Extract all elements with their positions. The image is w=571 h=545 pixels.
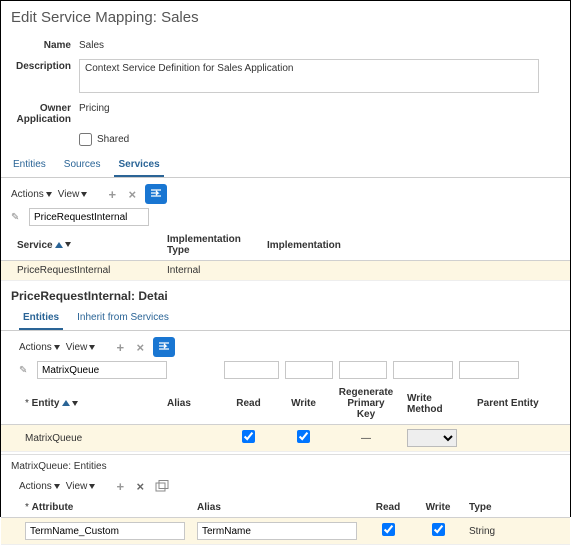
col-wmethod[interactable]: Write Method bbox=[401, 383, 471, 425]
read-checkbox[interactable] bbox=[242, 430, 255, 443]
pencil-icon: ✎ bbox=[11, 212, 21, 222]
attr-section-title: MatrixQueue: Entities bbox=[1, 454, 570, 476]
cell-type: String bbox=[463, 518, 570, 545]
actions-menu-3[interactable]: Actions bbox=[19, 481, 60, 492]
page-title: Edit Service Mapping: Sales bbox=[1, 1, 570, 36]
col-impl[interactable]: Implementation bbox=[261, 230, 570, 261]
attributes-table: Attribute Alias Read Write Type String bbox=[1, 498, 570, 545]
name-label: Name bbox=[11, 38, 79, 51]
caret-down-icon bbox=[54, 345, 60, 350]
caret-down-icon bbox=[72, 401, 78, 406]
owner-label: Owner Application bbox=[11, 101, 79, 125]
caret-down-icon bbox=[81, 192, 87, 197]
col-regen[interactable]: Regenerate Primary Key bbox=[331, 383, 401, 425]
caret-down-icon bbox=[89, 345, 95, 350]
attr-read-checkbox[interactable] bbox=[382, 523, 395, 536]
col-read[interactable]: Read bbox=[363, 498, 413, 518]
sort-asc-icon bbox=[62, 400, 70, 406]
tab-detail-inherit[interactable]: Inherit from Services bbox=[73, 307, 173, 330]
shared-checkbox[interactable] bbox=[79, 133, 92, 146]
add-icon[interactable]: + bbox=[113, 479, 127, 493]
delete-icon[interactable]: × bbox=[133, 340, 147, 354]
col-type[interactable]: Type bbox=[463, 498, 570, 518]
detail-title: PriceRequestInternal: Detai bbox=[1, 281, 570, 307]
cell-impl-type: Internal bbox=[161, 261, 261, 281]
shared-label: Shared bbox=[97, 134, 129, 145]
caret-down-icon bbox=[46, 192, 52, 197]
main-tab-strip: Entities Sources Services bbox=[1, 154, 570, 178]
filter-write[interactable] bbox=[339, 361, 387, 379]
view-menu[interactable]: View bbox=[58, 189, 88, 200]
col-alias[interactable]: Alias bbox=[161, 383, 221, 425]
tab-services[interactable]: Services bbox=[114, 154, 163, 177]
owner-value: Pricing bbox=[79, 101, 110, 114]
tab-entities[interactable]: Entities bbox=[9, 154, 50, 177]
detach-icon[interactable] bbox=[153, 478, 171, 494]
attr-name-input[interactable] bbox=[25, 522, 185, 540]
col-service[interactable]: Service bbox=[17, 240, 53, 251]
table-row[interactable]: MatrixQueue — bbox=[1, 425, 570, 452]
add-icon[interactable]: + bbox=[105, 187, 119, 201]
view-menu-2[interactable]: View bbox=[66, 342, 96, 353]
cell-regen: — bbox=[331, 425, 401, 452]
detail-tab-strip: Entities Inherit from Services bbox=[1, 307, 570, 331]
filter-read[interactable] bbox=[285, 361, 333, 379]
service-filter-input[interactable] bbox=[29, 208, 149, 226]
entities-table: Entity Alias Read Write Regenerate Prima… bbox=[1, 383, 570, 452]
delete-icon[interactable]: × bbox=[133, 479, 147, 493]
table-row[interactable]: String bbox=[1, 518, 570, 545]
desc-label: Description bbox=[11, 59, 79, 72]
add-icon[interactable]: + bbox=[113, 340, 127, 354]
filter-wmethod[interactable] bbox=[459, 361, 519, 379]
entity-filter-input[interactable] bbox=[37, 361, 167, 379]
sort-asc-icon bbox=[55, 242, 63, 248]
actions-menu-2[interactable]: Actions bbox=[19, 342, 60, 353]
write-method-select[interactable] bbox=[407, 429, 457, 447]
caret-down-icon bbox=[89, 484, 95, 489]
col-alias[interactable]: Alias bbox=[191, 498, 363, 518]
col-write[interactable]: Write bbox=[413, 498, 463, 518]
delete-icon[interactable]: × bbox=[125, 187, 139, 201]
wrap-icon[interactable] bbox=[153, 337, 175, 357]
wrap-icon[interactable] bbox=[145, 184, 167, 204]
tab-detail-entities[interactable]: Entities bbox=[19, 307, 63, 330]
name-value: Sales bbox=[79, 38, 104, 51]
col-attribute[interactable]: Attribute bbox=[25, 502, 73, 513]
filter-alias[interactable] bbox=[224, 361, 279, 379]
attr-alias-input[interactable] bbox=[197, 522, 357, 540]
attr-write-checkbox[interactable] bbox=[432, 523, 445, 536]
caret-down-icon bbox=[54, 484, 60, 489]
col-entity[interactable]: Entity bbox=[25, 398, 59, 409]
tab-sources[interactable]: Sources bbox=[60, 154, 105, 177]
col-impl-type[interactable]: Implementation Type bbox=[161, 230, 261, 261]
cell-entity: MatrixQueue bbox=[1, 425, 161, 452]
services-table: Service Implementation Type Implementati… bbox=[1, 230, 570, 281]
col-parent[interactable]: Parent Entity bbox=[471, 383, 570, 425]
filter-regen[interactable] bbox=[393, 361, 453, 379]
write-checkbox[interactable] bbox=[297, 430, 310, 443]
cell-service: PriceRequestInternal bbox=[1, 261, 161, 281]
actions-menu[interactable]: Actions bbox=[11, 189, 52, 200]
pencil-icon: ✎ bbox=[19, 365, 29, 375]
caret-down-icon bbox=[65, 242, 71, 247]
table-row[interactable]: PriceRequestInternal Internal bbox=[1, 261, 570, 281]
col-write[interactable]: Write bbox=[276, 383, 331, 425]
description-textarea[interactable]: Context Service Definition for Sales App… bbox=[79, 59, 539, 93]
view-menu-3[interactable]: View bbox=[66, 481, 96, 492]
col-read[interactable]: Read bbox=[221, 383, 276, 425]
